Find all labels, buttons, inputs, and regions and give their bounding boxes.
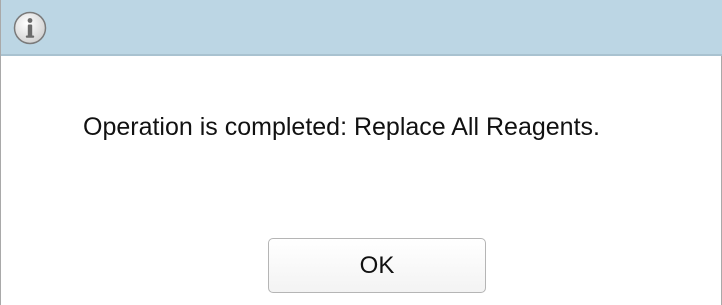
dialog-message: Operation is completed: Replace All Reag… [83,113,600,141]
info-icon [13,11,47,45]
dialog-title-bar [1,0,722,56]
ok-button[interactable]: OK [268,238,486,293]
info-dialog: Operation is completed: Replace All Reag… [0,0,722,305]
